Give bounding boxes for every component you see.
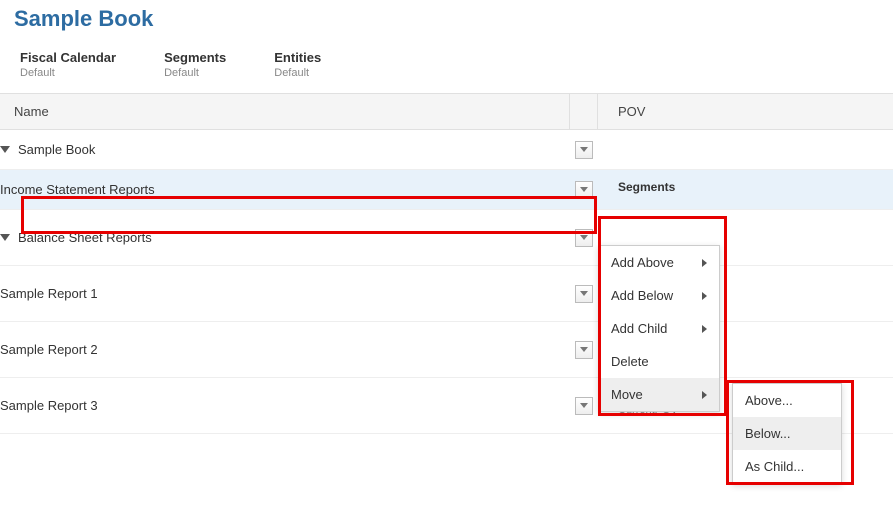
chevron-down-icon [580,291,588,296]
tree-row-income-statement[interactable]: Income Statement Reports Segments [0,170,893,210]
expand-icon[interactable] [0,146,10,153]
chevron-down-icon [580,147,588,152]
node-label: Balance Sheet Reports [18,230,152,245]
node-label: Income Statement Reports [0,182,155,197]
tree-row-report-1[interactable]: Sample Report 1 [0,266,893,322]
filter-bar: Fiscal Calendar Default Segments Default… [0,46,893,94]
row-menu-button[interactable] [575,181,593,199]
menu-label: Move [611,387,643,402]
filter-segments[interactable]: Segments Default [164,50,226,79]
submenu-above[interactable]: Above... [733,384,841,417]
column-pov: POV [598,94,893,129]
column-name: Name [0,94,570,129]
menu-label: As Child... [745,459,804,474]
menu-label: Above... [745,393,793,408]
chevron-down-icon [580,187,588,192]
row-menu-button[interactable] [575,397,593,415]
chevron-down-icon [580,403,588,408]
chevron-right-icon [702,259,707,267]
node-label: Sample Report 2 [0,342,98,357]
node-label: Sample Book [18,142,95,157]
expand-icon[interactable] [0,234,10,241]
menu-label: Delete [611,354,649,369]
filter-value: Default [20,67,116,79]
context-submenu-move: Above... Below... As Child... [732,383,842,484]
menu-delete[interactable]: Delete [599,345,719,378]
menu-label: Add Below [611,288,673,303]
node-label: Sample Report 3 [0,398,98,413]
tree-row-balance-sheet[interactable]: Balance Sheet Reports [0,210,893,266]
filter-value: Default [274,67,321,79]
filter-entities[interactable]: Entities Default [274,50,321,79]
chevron-right-icon [702,325,707,333]
pov-cell [598,130,893,169]
menu-add-child[interactable]: Add Child [599,312,719,345]
filter-label: Segments [164,50,226,65]
page-title: Sample Book [0,0,893,46]
filter-fiscal-calendar[interactable]: Fiscal Calendar Default [20,50,116,79]
submenu-as-child[interactable]: As Child... [733,450,841,483]
pov-cell: Segments [598,170,893,209]
filter-value: Default [164,67,226,79]
submenu-below[interactable]: Below... [733,417,841,450]
menu-move[interactable]: Move [599,378,719,411]
row-menu-button[interactable] [575,341,593,359]
row-menu-button[interactable] [575,141,593,159]
menu-add-below[interactable]: Add Below [599,279,719,312]
filter-label: Entities [274,50,321,65]
chevron-down-icon [580,347,588,352]
menu-add-above[interactable]: Add Above [599,246,719,279]
menu-label: Add Above [611,255,674,270]
tree-row-report-2[interactable]: Sample Report 2 [0,322,893,378]
chevron-down-icon [580,235,588,240]
row-menu-button[interactable] [575,285,593,303]
column-action [570,94,598,129]
grid-header: Name POV [0,94,893,130]
pov-label: Segments [618,180,873,194]
node-label: Sample Report 1 [0,286,98,301]
context-menu: Add Above Add Below Add Child Delete Mov… [598,245,720,412]
tree-row-root[interactable]: Sample Book [0,130,893,170]
row-menu-button[interactable] [575,229,593,247]
chevron-right-icon [702,292,707,300]
menu-label: Add Child [611,321,667,336]
menu-label: Below... [745,426,791,441]
filter-label: Fiscal Calendar [20,50,116,65]
chevron-right-icon [702,391,707,399]
